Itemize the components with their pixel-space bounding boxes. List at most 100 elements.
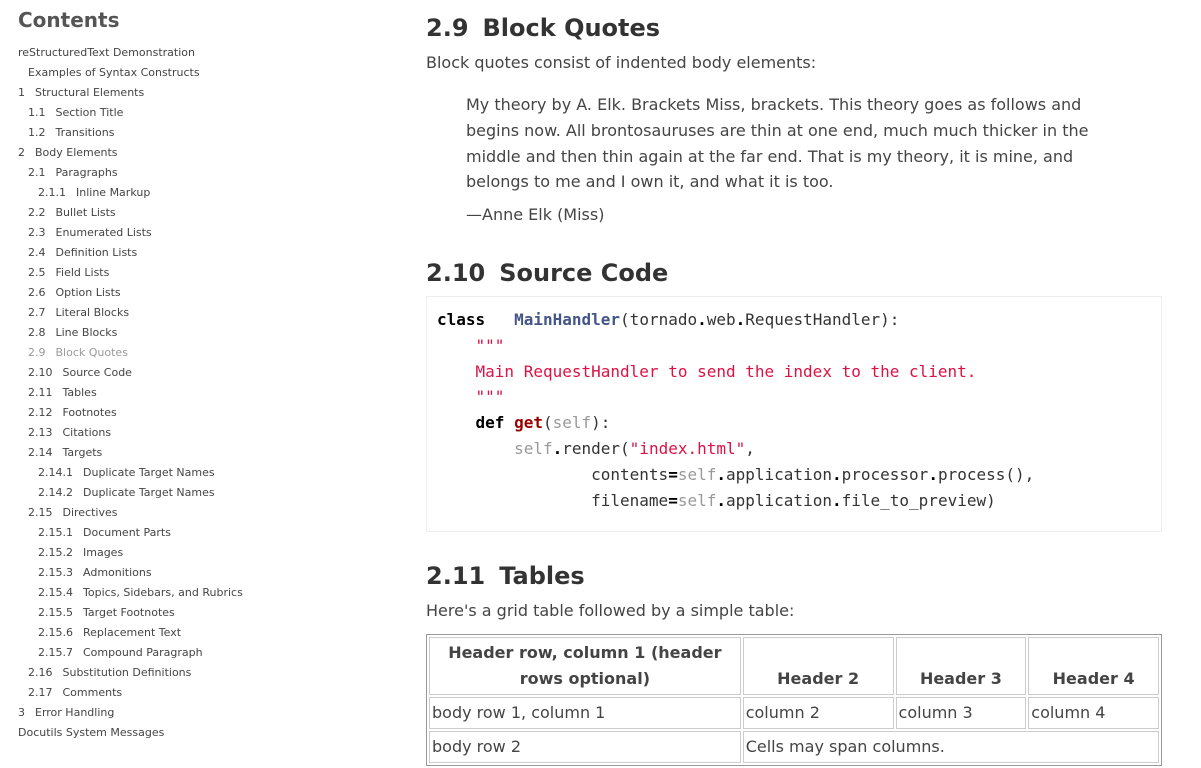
table-cell: body row 1, column 1 <box>429 697 741 729</box>
toc-item[interactable]: Docutils System Messages <box>18 723 398 743</box>
toc-item[interactable]: 2.2 Bullet Lists <box>18 203 398 223</box>
toc-item-label: Duplicate Target Names <box>83 486 215 499</box>
code-token: processor <box>841 464 929 484</box>
toc-item-label: Directives <box>62 506 118 519</box>
code-token: application <box>726 490 832 510</box>
toc-item-number: 2.4 <box>28 246 46 259</box>
code-token: class <box>437 310 486 329</box>
toc-item-number: 2.15.5 <box>38 606 73 619</box>
code-token: . <box>716 490 726 510</box>
toc-item[interactable]: 2.9 Block Quotes <box>18 343 398 363</box>
code-token: file_to_preview) <box>841 490 996 510</box>
toc-item[interactable]: 1 Structural Elements <box>18 83 398 103</box>
toc-item-label: Substitution Definitions <box>62 666 192 679</box>
block-quotes-intro: Block quotes consist of indented body el… <box>426 53 817 72</box>
toc-item-number: 2.13 <box>28 426 53 439</box>
toc-item-label: Body Elements <box>35 146 118 159</box>
toc-item[interactable]: 2.14.1 Duplicate Target Names <box>18 463 398 483</box>
toc-item[interactable]: 2.15.4 Topics, Sidebars, and Rubrics <box>18 583 398 603</box>
toc-item-label: Target Footnotes <box>83 606 175 619</box>
toc-item[interactable]: 2.15 Directives <box>18 503 398 523</box>
toc-item[interactable]: 2 Body Elements <box>18 143 398 163</box>
toc-item-number: 3 <box>18 706 25 719</box>
toc-item[interactable]: 1.1 Section Title <box>18 103 398 123</box>
code-token: """ <box>475 335 505 355</box>
code-token: . <box>716 464 726 484</box>
toc-item-label: Duplicate Target Names <box>83 466 215 479</box>
code-token: ): <box>591 413 611 433</box>
toc-item[interactable]: 2.10 Source Code <box>18 363 398 383</box>
code-token: MainHandler <box>514 310 621 329</box>
code-token: . <box>831 464 842 484</box>
toc-item[interactable]: 2.11 Tables <box>18 383 398 403</box>
toc-item-label: Admonitions <box>83 566 152 579</box>
code-token: "index.html" <box>629 438 746 458</box>
toc-item[interactable]: 2.15.7 Compound Paragraph <box>18 643 398 663</box>
code-token: RequestHandler): <box>745 310 900 329</box>
toc-item[interactable]: 2.14 Targets <box>18 443 398 463</box>
toc-item-label: Topics, Sidebars, and Rubrics <box>83 586 243 599</box>
toc-item-label: Field Lists <box>55 266 110 279</box>
toc-item-number: 2.1.1 <box>38 186 66 199</box>
code-line: filename=self.application.file_to_previe… <box>437 488 1151 514</box>
toc-item-label: Option Lists <box>55 286 121 299</box>
toc-item-number: 2.10 <box>28 366 53 379</box>
toc-item[interactable]: 2.15.1 Document Parts <box>18 523 398 543</box>
toc-item-number: 2.14.1 <box>38 466 73 479</box>
toc-item[interactable]: 3 Error Handling <box>18 703 398 723</box>
toc-item-number: 2.12 <box>28 406 53 419</box>
toc-item-label: Replacement Text <box>83 626 182 639</box>
toc-item[interactable]: 2.15.3 Admonitions <box>18 563 398 583</box>
toc-title: Contents <box>18 8 120 32</box>
toc-item[interactable]: 2.15.6 Replacement Text <box>18 623 398 643</box>
toc-item-number: 2.15.4 <box>38 586 73 599</box>
toc-item[interactable]: 2.7 Literal Blocks <box>18 303 398 323</box>
toc-item[interactable]: 2.1.1 Inline Markup <box>18 183 398 203</box>
toc-item[interactable]: Examples of Syntax Constructs <box>18 63 398 83</box>
toc-item[interactable]: 2.15.5 Target Footnotes <box>18 603 398 623</box>
code-line: def get(self): <box>437 410 1151 436</box>
toc-item[interactable]: 2.17 Comments <box>18 683 398 703</box>
toc-item[interactable]: 2.16 Substitution Definitions <box>18 663 398 683</box>
toc-item-number: 1 <box>18 86 25 99</box>
toc-item-number: 2.15.6 <box>38 626 73 639</box>
toc-item-label: Examples of Syntax Constructs <box>28 66 200 79</box>
toc-item-label: Tables <box>62 386 97 399</box>
toc-item-label: Line Blocks <box>55 326 118 339</box>
toc-item[interactable]: 2.14.2 Duplicate Target Names <box>18 483 398 503</box>
toc-item[interactable]: 2.1 Paragraphs <box>18 163 398 183</box>
table-header-cell: Header 3 <box>895 637 1027 695</box>
code-token: process(), <box>937 464 1035 484</box>
code-token: = <box>668 490 678 510</box>
toc-item-label: Block Quotes <box>55 346 128 359</box>
toc-item-number: 2.2 <box>28 206 46 219</box>
code-token: self <box>514 438 553 458</box>
toc-item[interactable]: 2.4 Definition Lists <box>18 243 398 263</box>
toc-item[interactable]: 1.2 Transitions <box>18 123 398 143</box>
table-header-row: Header row, column 1 (header rows option… <box>429 637 1159 695</box>
toc-item[interactable]: 2.13 Citations <box>18 423 398 443</box>
toc-item[interactable]: 2.5 Field Lists <box>18 263 398 283</box>
code-line: """ <box>437 333 1151 359</box>
toc-item[interactable]: 2.6 Option Lists <box>18 283 398 303</box>
toc-item[interactable]: reStructuredText Demonstration <box>18 43 398 63</box>
toc-item-number: 2.15.3 <box>38 566 73 579</box>
toc-item[interactable]: 2.12 Footnotes <box>18 403 398 423</box>
toc-item-number: 1.1 <box>28 106 46 119</box>
toc-item-number: 2.15.7 <box>38 646 73 659</box>
toc-item[interactable]: 2.15.2 Images <box>18 543 398 563</box>
toc-item-label: Literal Blocks <box>55 306 130 319</box>
code-token: web <box>706 310 736 329</box>
toc-item-number: 2.1 <box>28 166 46 179</box>
code-line: """ <box>437 384 1151 410</box>
code-token: . <box>928 464 938 484</box>
table-header-cell: Header 2 <box>742 637 894 695</box>
section-heading-tables: 2.11 Tables <box>426 561 585 591</box>
toc-item[interactable]: 2.8 Line Blocks <box>18 323 398 343</box>
toc-item[interactable]: 2.3 Enumerated Lists <box>18 223 398 243</box>
code-token: = <box>668 464 678 484</box>
